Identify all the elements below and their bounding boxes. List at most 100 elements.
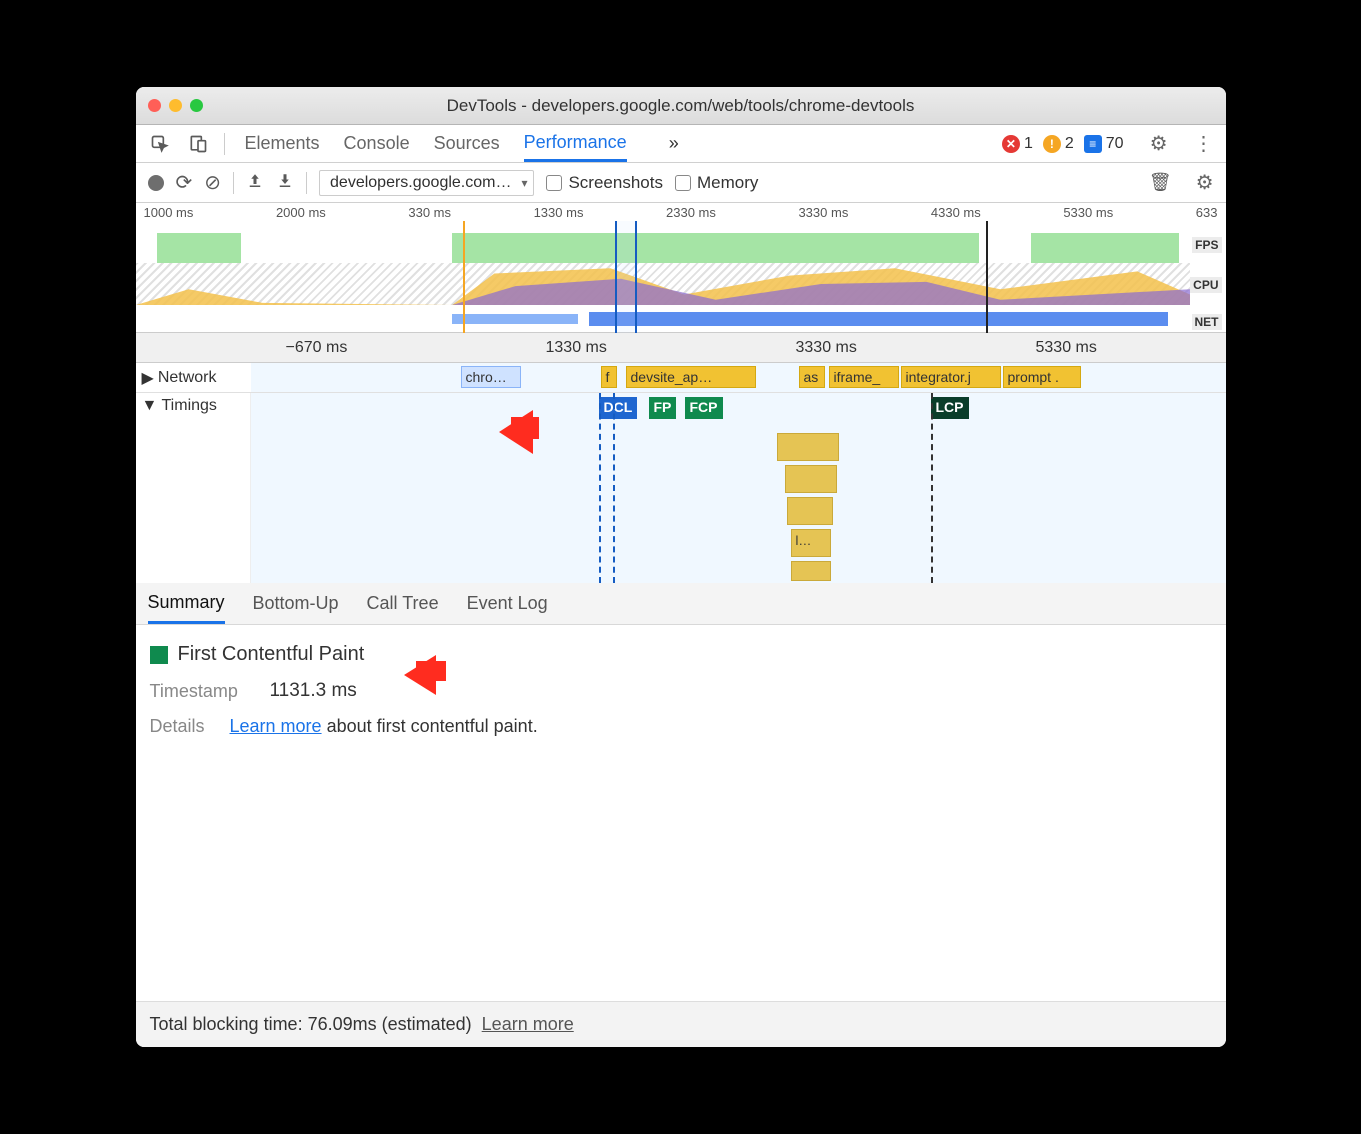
lcp-marker[interactable]: LCP <box>931 397 969 419</box>
titlebar: DevTools - developers.google.com/web/too… <box>136 87 1226 125</box>
upload-icon[interactable] <box>246 172 264 193</box>
tick: 1000 ms <box>144 205 194 221</box>
tick: 2330 ms <box>666 205 716 221</box>
overview-pane[interactable]: 1000 ms 2000 ms 330 ms 1330 ms 2330 ms 3… <box>136 203 1226 333</box>
clear-icon[interactable]: ⊘ <box>204 170 221 195</box>
network-item[interactable]: iframe_ <box>829 366 899 388</box>
tab-console[interactable]: Console <box>344 125 410 162</box>
timings-track-toggle[interactable]: ▼ Timings <box>136 393 251 583</box>
dashed-marker <box>599 393 601 583</box>
learn-more-link[interactable]: Learn more <box>230 716 322 736</box>
status-icons[interactable]: ✕1 !2 ≡70 <box>1002 135 1124 153</box>
tab-sources[interactable]: Sources <box>434 125 500 162</box>
download-icon[interactable] <box>276 172 294 193</box>
screenshots-label: Screenshots <box>568 173 663 193</box>
timestamp-label: Timestamp <box>150 681 260 702</box>
message-icon: ≡ <box>1084 135 1102 153</box>
inspect-icon[interactable] <box>148 132 172 156</box>
close-icon[interactable] <box>148 99 161 112</box>
minimize-icon[interactable] <box>169 99 182 112</box>
task-block[interactable] <box>787 497 833 525</box>
dashed-marker <box>931 393 933 583</box>
network-item[interactable]: f <box>601 366 617 388</box>
timestamp-value: 1131.3 ms <box>270 680 357 702</box>
device-toggle-icon[interactable] <box>186 132 210 156</box>
task-block[interactable] <box>785 465 837 493</box>
tabs-overflow-icon[interactable]: » <box>669 133 679 154</box>
tab-performance[interactable]: Performance <box>524 125 627 162</box>
dcl-marker[interactable]: DCL <box>599 397 638 419</box>
marker-line <box>986 221 988 333</box>
tick: 3330 ms <box>798 205 848 221</box>
timings-track-body: DCL FP FCP LCP l… <box>251 393 1226 583</box>
blocking-value: 76.09ms (estimated) <box>308 1014 472 1034</box>
panel-tabs: Elements Console Sources Performance » <box>245 125 679 162</box>
overview-ruler: 1000 ms 2000 ms 330 ms 1330 ms 2330 ms 3… <box>136 203 1226 221</box>
fp-marker[interactable]: FP <box>649 397 677 419</box>
tick: 330 ms <box>408 205 451 221</box>
network-label: Network <box>158 369 217 387</box>
error-count: 1 <box>1024 135 1033 153</box>
tab-summary[interactable]: Summary <box>148 583 225 624</box>
details-label: Details <box>150 716 220 737</box>
tab-elements[interactable]: Elements <box>245 125 320 162</box>
panel-tabs-bar: Elements Console Sources Performance » ✕… <box>136 125 1226 163</box>
timeline-ruler[interactable]: −670 ms 1330 ms 3330 ms 5330 ms <box>136 333 1226 363</box>
tab-call-tree[interactable]: Call Tree <box>367 583 439 624</box>
fps-label: FPS <box>1192 237 1221 253</box>
network-item[interactable]: chro… <box>461 366 521 388</box>
details-row: Details Learn more about first contentfu… <box>150 716 1212 737</box>
tick: 2000 ms <box>276 205 326 221</box>
network-track-body: chro… f devsite_ap… as iframe_ integrato… <box>251 363 1226 392</box>
cpu-label: CPU <box>1190 277 1221 293</box>
metric-title-row: First Contentful Paint <box>150 643 1212 666</box>
details-suffix: about first contentful paint. <box>322 716 538 736</box>
kebab-icon[interactable]: ⋮ <box>1194 131 1214 156</box>
network-track: ▶ Network chro… f devsite_ap… as iframe_… <box>136 363 1226 393</box>
footer-bar: Total blocking time: 76.09ms (estimated)… <box>136 1001 1226 1047</box>
load-marker <box>463 221 465 333</box>
divider <box>224 133 225 155</box>
message-count: 70 <box>1106 135 1124 153</box>
fcp-marker[interactable]: FCP <box>685 397 723 419</box>
metric-color-swatch <box>150 646 168 664</box>
overview-body: FPS CPU NET <box>136 221 1226 333</box>
warning-count: 2 <box>1065 135 1074 153</box>
learn-more-link[interactable]: Learn more <box>482 1014 574 1034</box>
memory-checkbox[interactable]: Memory <box>675 173 758 193</box>
dashed-marker <box>613 393 615 583</box>
cpu-strip <box>136 263 1190 305</box>
task-block[interactable]: l… <box>791 529 831 557</box>
reload-icon[interactable]: ⟳ <box>176 170 193 195</box>
tab-bottom-up[interactable]: Bottom-Up <box>253 583 339 624</box>
chevron-right-icon: ▶ <box>142 368 154 388</box>
record-button[interactable] <box>148 175 164 191</box>
task-block[interactable] <box>791 561 831 581</box>
recording-selector[interactable]: developers.google.com… <box>319 170 534 196</box>
metric-name: First Contentful Paint <box>178 643 365 666</box>
network-track-toggle[interactable]: ▶ Network <box>136 363 251 392</box>
memory-label: Memory <box>697 173 758 193</box>
network-item[interactable]: integrator.j <box>901 366 1001 388</box>
checkbox-icon <box>546 175 562 191</box>
tick: 3330 ms <box>796 339 857 357</box>
network-item[interactable]: as <box>799 366 825 388</box>
zoom-icon[interactable] <box>190 99 203 112</box>
overview-selection[interactable] <box>615 221 637 333</box>
capture-settings-icon[interactable]: ⚙ <box>1196 170 1214 195</box>
tab-event-log[interactable]: Event Log <box>467 583 548 624</box>
screenshots-checkbox[interactable]: Screenshots <box>546 173 663 193</box>
settings-icon[interactable]: ⚙ <box>1150 131 1168 156</box>
divider <box>233 172 234 194</box>
tick: 633 <box>1196 205 1218 221</box>
window-controls <box>148 99 203 112</box>
tracks-pane[interactable]: ▶ Network chro… f devsite_ap… as iframe_… <box>136 363 1226 583</box>
blocking-label: Total blocking time: <box>150 1014 308 1034</box>
trash-icon[interactable]: 🗑 <box>1149 172 1172 193</box>
detail-tabs: Summary Bottom-Up Call Tree Event Log <box>136 583 1226 625</box>
tick: 1330 ms <box>546 339 607 357</box>
network-item[interactable]: devsite_ap… <box>626 366 756 388</box>
warning-icon: ! <box>1043 135 1061 153</box>
task-block[interactable] <box>777 433 839 461</box>
network-item[interactable]: prompt . <box>1003 366 1081 388</box>
